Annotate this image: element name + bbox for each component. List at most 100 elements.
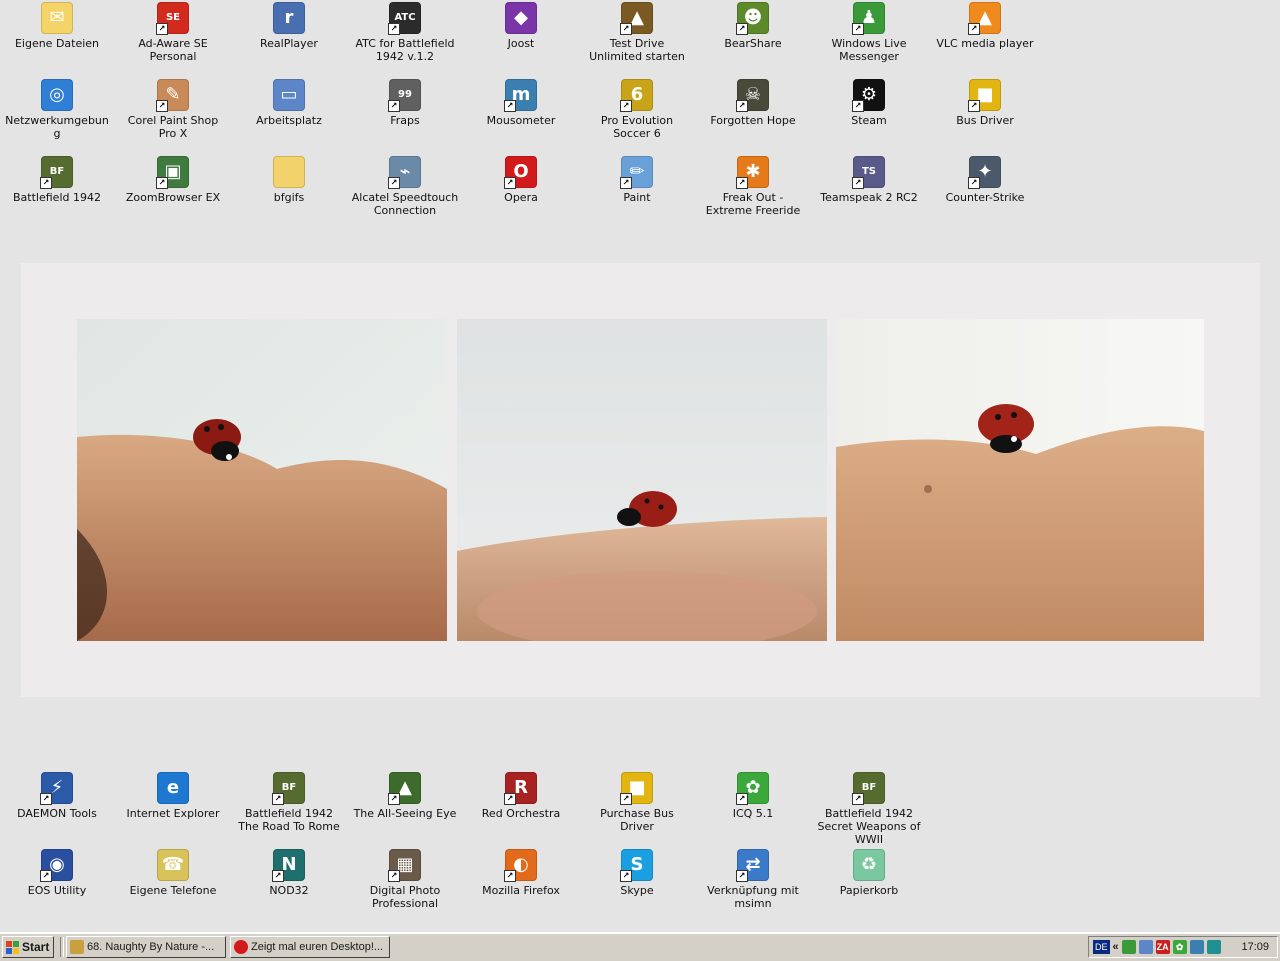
- messenger-tray-icon[interactable]: [1121, 940, 1136, 954]
- mousometer-tray-icon[interactable]: [1189, 940, 1204, 954]
- shortcut-arrow-icon: ↗: [852, 23, 864, 35]
- language-indicator[interactable]: DE: [1093, 940, 1110, 954]
- test-drive-icon: ▲ ↗: [620, 2, 653, 35]
- network-icon: ◎: [41, 79, 73, 111]
- desktop-icon[interactable]: O ↗ Opera: [465, 156, 577, 204]
- desktop-icon[interactable]: BF ↗ Battlefield 1942: [1, 156, 113, 204]
- taskbar: Start 68. Naughty By Nature -... Zeigt m…: [0, 932, 1280, 961]
- desktop-icon[interactable]: e Internet Explorer: [117, 772, 229, 820]
- shortcut-arrow-icon: ↗: [504, 177, 516, 189]
- zonealarm-tray-icon[interactable]: ZA: [1155, 940, 1170, 954]
- taskbar-separator: [60, 937, 64, 957]
- desktop-icon-label: Battlefield 1942 The Road To Rome: [238, 807, 340, 833]
- desktop-icon-label: Arbeitsplatz: [256, 114, 322, 127]
- forgotten-hope-icon: ☠ ↗: [736, 79, 769, 112]
- system-tray: DE « ZA ✿ 17:09: [1088, 936, 1278, 958]
- desktop-icon-label: Paint: [623, 191, 651, 204]
- clock[interactable]: 17:09: [1241, 941, 1269, 953]
- wallpaper-photo-panel: [21, 263, 1260, 697]
- desktop-icon[interactable]: R ↗ Red Orchestra: [465, 772, 577, 820]
- desktop-icon[interactable]: ◆ Joost: [465, 2, 577, 50]
- desktop-icon[interactable]: ⚡ ↗ DAEMON Tools: [1, 772, 113, 820]
- shortcut-arrow-icon: ↗: [852, 100, 864, 112]
- shortcut-arrow-icon: ↗: [388, 23, 400, 35]
- desktop-icon-label: Eigene Telefone: [129, 884, 217, 897]
- desktop-icon-label: bfgifs: [273, 191, 305, 204]
- desktop-icon[interactable]: ♻ Papierkorb: [813, 849, 925, 897]
- shortcut-arrow-icon: ↗: [620, 870, 632, 882]
- shortcut-arrow-icon: ↗: [736, 23, 748, 35]
- shortcut-arrow-icon: ↗: [736, 870, 748, 882]
- desktop-icon-label: Joost: [507, 37, 535, 50]
- alcatel-icon: ⌁ ↗: [388, 156, 421, 189]
- network-tray-icon[interactable]: [1138, 940, 1153, 954]
- desktop-icon[interactable]: ☎ Eigene Telefone: [117, 849, 229, 897]
- desktop-icon[interactable]: N ↗ NOD32: [233, 849, 345, 897]
- joost-icon: ◆: [505, 2, 537, 34]
- desktop-icon[interactable]: r RealPlayer: [233, 2, 345, 50]
- desktop-icon-label: BearShare: [724, 37, 782, 50]
- fraps-icon: 99 ↗: [388, 79, 421, 112]
- desktop-icon[interactable]: ✦ ↗ Counter-Strike: [929, 156, 1041, 204]
- shortcut-arrow-icon: ↗: [504, 793, 516, 805]
- desktop-icon-label: Red Orchestra: [481, 807, 561, 820]
- shortcut-arrow-icon: ↗: [40, 870, 52, 882]
- desktop-icon[interactable]: BF ↗ Battlefield 1942 Secret Weapons of WW…: [813, 772, 925, 846]
- battlefield-rtr-icon: BF ↗: [272, 772, 305, 805]
- task-button-winamp[interactable]: 68. Naughty By Nature -...: [66, 936, 226, 958]
- desktop-icon[interactable]: ◎ Netzwerkumgebung: [1, 79, 113, 140]
- desktop-icon[interactable]: ATC ↗ ATC for Battlefield 1942 v.1.2: [349, 2, 461, 63]
- desktop-icon-label: Steam: [851, 114, 887, 127]
- shortcut-arrow-icon: ↗: [504, 870, 516, 882]
- desktop-icon[interactable]: S ↗ Skype: [581, 849, 693, 897]
- desktop-icon[interactable]: ◐ ↗ Mozilla Firefox: [465, 849, 577, 897]
- tray-expand-chevron[interactable]: «: [1113, 941, 1119, 953]
- desktop-icon[interactable]: ⌁ ↗ Alcatel Speedtouch Connection: [349, 156, 461, 217]
- red-orchestra-icon: R ↗: [504, 772, 537, 805]
- desktop-icon[interactable]: ▲ ↗ The All-Seeing Eye: [349, 772, 461, 820]
- task-label: 68. Naughty By Nature -...: [87, 941, 215, 953]
- desktop-icon[interactable]: bfgifs: [233, 156, 345, 204]
- desktop-icon[interactable]: ▭ Arbeitsplatz: [233, 79, 345, 127]
- desktop-icon[interactable]: ✱ ↗ Freak Out - Extreme Freeride: [697, 156, 809, 217]
- shortcut-arrow-icon: ↗: [620, 23, 632, 35]
- desktop-icon[interactable]: BF ↗ Battlefield 1942 The Road To Rome: [233, 772, 345, 833]
- shortcut-arrow-icon: ↗: [388, 870, 400, 882]
- shortcut-arrow-icon: ↗: [40, 793, 52, 805]
- desktop-icon[interactable]: TS ↗ Teamspeak 2 RC2: [813, 156, 925, 204]
- firefox-icon: ◐ ↗: [504, 849, 537, 882]
- nod32-tray-icon[interactable]: [1206, 940, 1221, 954]
- wallpaper-photo-ladybug-left: [77, 319, 447, 641]
- desktop-icon[interactable]: ☠ ↗ Forgotten Hope: [697, 79, 809, 127]
- desktop-icon[interactable]: m ↗ Mousometer: [465, 79, 577, 127]
- desktop-icon[interactable]: ✿ ↗ ICQ 5.1: [697, 772, 809, 820]
- desktop-icon[interactable]: ▣ ↗ ZoomBrowser EX: [117, 156, 229, 204]
- desktop-icon[interactable]: SE ↗ Ad-Aware SE Personal: [117, 2, 229, 63]
- desktop-icon[interactable]: ✎ ↗ Corel Paint Shop Pro X: [117, 79, 229, 140]
- desktop-icon[interactable]: ▲ ↗ Test Drive Unlimited starten: [581, 2, 693, 63]
- daemon-tools-icon: ⚡ ↗: [40, 772, 73, 805]
- start-button[interactable]: Start: [2, 936, 54, 958]
- shortcut-arrow-icon: ↗: [620, 177, 632, 189]
- desktop-icon[interactable]: ✉ Eigene Dateien: [1, 2, 113, 50]
- desktop-icon[interactable]: ♟ ↗ Windows Live Messenger: [813, 2, 925, 63]
- desktop-icon[interactable]: 99 ↗ Fraps: [349, 79, 461, 127]
- desktop-icon[interactable]: ▦ ↗ Digital Photo Professional: [349, 849, 461, 910]
- desktop-icon-label: Battlefield 1942 Secret Weapons of WWII: [817, 807, 921, 846]
- all-seeing-eye-icon: ▲ ↗: [388, 772, 421, 805]
- desktop-icon[interactable]: ✏ ↗ Paint: [581, 156, 693, 204]
- task-button-opera[interactable]: Zeigt mal euren Desktop!...: [230, 936, 390, 958]
- desktop-icon[interactable]: ▲ ↗ VLC media player: [929, 2, 1041, 50]
- opera-icon: [234, 940, 248, 954]
- desktop-icon[interactable]: ■ ↗ Purchase Bus Driver: [581, 772, 693, 833]
- desktop-icon[interactable]: ⚙ ↗ Steam: [813, 79, 925, 127]
- shortcut-arrow-icon: ↗: [968, 177, 980, 189]
- icq-tray-icon[interactable]: ✿: [1172, 940, 1187, 954]
- desktop-icon[interactable]: ⇄ ↗ Verknüpfung mit msimn: [697, 849, 809, 910]
- desktop-icon[interactable]: ☻ ↗ BearShare: [697, 2, 809, 50]
- wallpaper-photo-ladybug-middle: [457, 319, 827, 641]
- desktop-icon[interactable]: ◉ ↗ EOS Utility: [1, 849, 113, 897]
- desktop-icon[interactable]: 6 ↗ Pro Evolution Soccer 6: [581, 79, 693, 140]
- shortcut-arrow-icon: ↗: [620, 100, 632, 112]
- desktop-icon[interactable]: ■ ↗ Bus Driver: [929, 79, 1041, 127]
